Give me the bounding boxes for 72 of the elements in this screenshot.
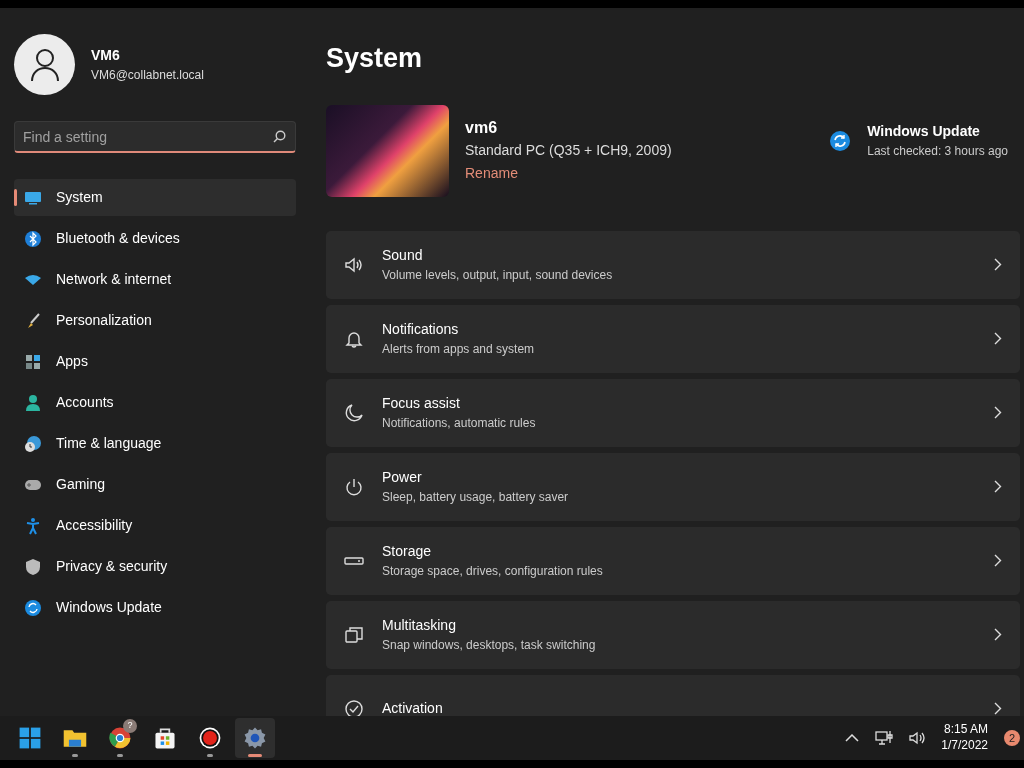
setting-description: Notifications, automatic rules — [382, 415, 537, 432]
setting-description: Snap windows, desktops, task switching — [382, 637, 597, 654]
settings-row[interactable]: Notifications Alerts from apps and system — [326, 304, 1020, 373]
setting-description: Sleep, battery usage, battery saver — [382, 489, 570, 506]
search-icon — [273, 130, 286, 143]
accessibility-icon — [24, 516, 42, 535]
user-name: VM6 — [91, 46, 121, 65]
setting-description: Storage space, drives, configuration rules — [382, 563, 604, 580]
sidebar-item[interactable]: Bluetooth & devices — [14, 220, 296, 257]
clock-time[interactable]: 8:15 AM — [941, 722, 988, 738]
start-icon — [17, 725, 43, 751]
app-badge: ? — [123, 719, 137, 733]
setting-title: Multitasking — [382, 616, 457, 635]
setting-title: Power — [382, 468, 423, 487]
clock-date[interactable]: 1/7/2022 — [941, 738, 988, 754]
settings-row[interactable]: Storage Storage space, drives, configuration rules — [326, 526, 1020, 595]
globe-clock-icon — [24, 434, 42, 453]
chevron-right-icon — [994, 258, 1002, 271]
sync-icon — [24, 598, 42, 617]
page-title: System — [326, 42, 424, 75]
setting-title: Focus assist — [382, 394, 461, 413]
setting-title: Activation — [382, 699, 444, 716]
chevron-right-icon — [994, 332, 1002, 345]
shield-icon — [24, 557, 42, 576]
sidebar-item[interactable]: Accessibility — [14, 507, 296, 544]
sync-icon — [829, 129, 852, 152]
chevron-right-icon — [994, 406, 1002, 419]
chevron-right-icon — [994, 702, 1002, 715]
bluetooth-icon — [24, 229, 42, 248]
search-field[interactable]: Find a setting — [14, 121, 296, 153]
network-icon[interactable] — [875, 730, 894, 746]
gear-icon — [242, 725, 268, 751]
setting-title: Sound — [382, 246, 424, 265]
settings-row[interactable]: Power Sleep, battery usage, battery saver — [326, 452, 1020, 521]
sidebar-item[interactable]: Privacy & security — [14, 548, 296, 585]
setting-description: Alerts from apps and system — [382, 341, 536, 358]
setting-title: Notifications — [382, 320, 460, 339]
chevron-right-icon — [994, 480, 1002, 493]
sidebar-item[interactable]: Gaming — [14, 466, 296, 503]
sidebar-item[interactable]: Network & internet — [14, 261, 296, 298]
notification-badge[interactable]: 2 — [1004, 730, 1020, 746]
update-title[interactable]: Windows Update — [867, 121, 1008, 142]
update-status: Last checked: 3 hours ago — [867, 143, 1008, 160]
chevron-right-icon — [994, 554, 1002, 567]
speaker-icon[interactable] — [909, 731, 926, 745]
sidebar-item[interactable]: Accounts — [14, 384, 296, 421]
settings-row[interactable]: Multitasking Snap windows, desktops, task switching — [326, 600, 1020, 669]
power-icon — [344, 476, 364, 497]
shopping-bag-icon — [152, 725, 178, 751]
apps-icon — [24, 352, 42, 371]
rename-link[interactable]: Rename — [465, 165, 518, 181]
sidebar-item[interactable]: Apps — [14, 343, 296, 380]
chevron-right-icon — [994, 628, 1002, 641]
setting-title: Storage — [382, 542, 433, 561]
taskbar-app[interactable]: ? — [100, 718, 140, 758]
settings-row[interactable]: Activation — [326, 674, 1020, 716]
settings-row[interactable]: Focus assist Notifications, automatic rules — [326, 378, 1020, 447]
person-icon — [24, 393, 42, 412]
sidebar-item[interactable]: Time & language — [14, 425, 296, 462]
settings-row[interactable]: Sound Volume levels, output, input, sound devices — [326, 230, 1020, 299]
record-icon — [197, 725, 223, 751]
avatar-icon — [14, 34, 75, 95]
sidebar-item[interactable]: System — [14, 179, 296, 216]
moon-icon — [344, 402, 364, 423]
setting-description: Volume levels, output, input, sound devices — [382, 267, 614, 284]
device-model: Standard PC (Q35 + ICH9, 2009) — [465, 141, 673, 160]
chevron-up-icon[interactable] — [845, 734, 860, 742]
sidebar-item[interactable]: Windows Update — [14, 589, 296, 626]
device-name: vm6 — [465, 118, 499, 138]
windows-stack-icon — [344, 624, 364, 645]
sidebar-item[interactable]: Personalization — [14, 302, 296, 339]
user-email: VM6@collabnet.local — [91, 67, 204, 84]
